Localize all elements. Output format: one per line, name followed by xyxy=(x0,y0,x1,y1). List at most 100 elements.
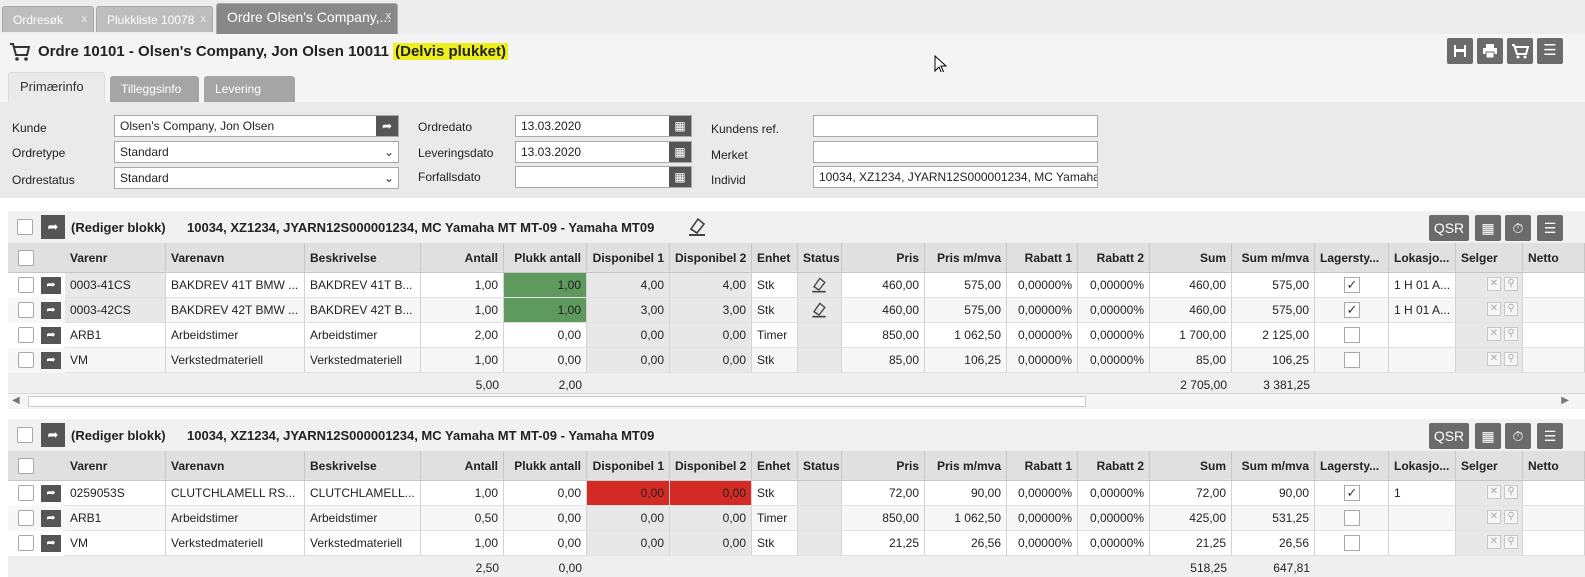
merket-field[interactable] xyxy=(813,141,1098,163)
goto-arrow-icon[interactable]: ➦ xyxy=(376,116,398,136)
qsr-button[interactable]: QSR xyxy=(1429,215,1469,241)
column-header-plukk[interactable]: Plukk antall xyxy=(504,243,587,272)
column-header-rabatt2[interactable]: Rabatt 2 xyxy=(1078,243,1150,272)
column-header-disp2[interactable]: Disponibel 2 xyxy=(670,243,752,272)
timer-button[interactable]: ⏱ xyxy=(1505,215,1531,241)
column-header-sum_mva[interactable]: Sum m/mva xyxy=(1232,451,1315,480)
calendar-icon[interactable]: ▦ xyxy=(669,142,691,162)
column-header-varenr[interactable]: Varenr xyxy=(65,243,166,272)
column-header-sum[interactable]: Sum xyxy=(1150,243,1232,272)
block-checkbox[interactable] xyxy=(17,219,33,235)
tab-levering[interactable]: Levering xyxy=(204,76,295,102)
goto-arrow-icon[interactable]: ➦ xyxy=(41,327,61,344)
lager-checkbox[interactable] xyxy=(1344,510,1360,526)
search-icon[interactable]: ⚲ xyxy=(1504,485,1518,499)
column-header-lager[interactable]: Lagersty... xyxy=(1315,243,1389,272)
column-header-beskrivelse[interactable]: Beskrivelse xyxy=(305,243,421,272)
table-row[interactable]: ➦ 0259053S CLUTCHLAMELL RS... CLUTCHLAMELL.… xyxy=(8,481,1585,506)
edit-block-link[interactable]: (Rediger blokk) xyxy=(71,220,166,235)
menu-button[interactable]: ☰ xyxy=(1537,38,1563,64)
column-header-rabatt2[interactable]: Rabatt 2 xyxy=(1078,451,1150,480)
column-header-pris[interactable]: Pris xyxy=(842,243,925,272)
horizontal-scrollbar[interactable]: ◀ ▶ xyxy=(8,393,1585,409)
column-header-sum[interactable]: Sum xyxy=(1150,451,1232,480)
goto-arrow-icon[interactable]: ➦ xyxy=(41,510,61,527)
column-header-selger[interactable]: Selger xyxy=(1456,451,1523,480)
block-menu-button[interactable]: ☰ xyxy=(1537,423,1563,449)
goto-arrow-icon[interactable]: ➦ xyxy=(41,277,61,294)
column-header-pris_mva[interactable]: Pris m/mva xyxy=(925,243,1007,272)
column-header-disp1[interactable]: Disponibel 1 xyxy=(587,451,670,480)
column-header-netto[interactable]: Netto xyxy=(1523,451,1585,480)
calendar-add-button[interactable]: ▦ xyxy=(1475,423,1501,449)
column-header-status[interactable]: Status xyxy=(798,451,842,480)
column-header-netto[interactable]: Netto xyxy=(1523,243,1585,272)
goto-arrow-icon[interactable]: ➦ xyxy=(41,215,65,239)
clear-icon[interactable]: ✕ xyxy=(1487,535,1501,549)
timer-button[interactable]: ⏱ xyxy=(1505,423,1531,449)
table-row[interactable]: ➦ 0003-42CS BAKDREV 42T BMW ... BAKDREV 42T… xyxy=(8,298,1585,323)
clear-icon[interactable]: ✕ xyxy=(1487,277,1501,291)
ordredato-field[interactable]: 13.03.2020 ▦ xyxy=(515,115,692,137)
scroll-thumb[interactable] xyxy=(28,396,1086,407)
kunde-field[interactable]: Olsen's Company, Jon Olsen ➦ xyxy=(114,115,399,137)
column-header-varenavn[interactable]: Varenavn xyxy=(166,451,305,480)
block-menu-button[interactable]: ☰ xyxy=(1537,215,1563,241)
column-header-disp2[interactable]: Disponibel 2 xyxy=(670,451,752,480)
leveringsdato-field[interactable]: 13.03.2020 ▦ xyxy=(515,141,692,163)
column-header-varenr[interactable]: Varenr xyxy=(65,451,166,480)
clear-icon[interactable]: ✕ xyxy=(1487,302,1501,316)
column-header-beskrivelse[interactable]: Beskrivelse xyxy=(305,451,421,480)
tab-ordre[interactable]: Ordre Olsen's Company,... x xyxy=(216,3,398,34)
lager-checkbox[interactable] xyxy=(1344,327,1360,343)
qsr-button[interactable]: QSR xyxy=(1429,423,1469,449)
calendar-icon[interactable]: ▦ xyxy=(669,167,691,187)
column-header-pris_mva[interactable]: Pris m/mva xyxy=(925,451,1007,480)
search-icon[interactable]: ⚲ xyxy=(1504,277,1518,291)
table-row[interactable]: ➦ VM Verkstedmateriell Verkstedmateriell 1,0… xyxy=(8,531,1585,556)
calendar-icon[interactable]: ▦ xyxy=(669,116,691,136)
clear-icon[interactable]: ✕ xyxy=(1487,485,1501,499)
row-checkbox[interactable] xyxy=(18,352,34,368)
table-row[interactable]: ➦ 0003-41CS BAKDREV 41T BMW ... BAKDREV 41T… xyxy=(8,273,1585,298)
print-button[interactable] xyxy=(1477,38,1503,64)
column-header-status[interactable]: Status xyxy=(798,243,842,272)
save-button[interactable] xyxy=(1447,38,1473,64)
lager-checkbox-checked[interactable]: ✓ xyxy=(1344,277,1360,293)
search-icon[interactable]: ⚲ xyxy=(1504,302,1518,316)
eraser-icon[interactable] xyxy=(685,215,709,239)
close-icon[interactable]: x xyxy=(386,4,392,30)
close-icon[interactable]: x xyxy=(201,7,207,32)
ordrestatus-select[interactable]: Standard ⌄ xyxy=(114,167,399,189)
column-header-lager[interactable]: Lagersty... xyxy=(1315,451,1389,480)
individ-field[interactable]: 10034, XZ1234, JYARN12S000001234, MC Yam… xyxy=(813,166,1098,188)
select-all-checkbox[interactable] xyxy=(18,250,34,266)
table-row[interactable]: ➦ ARB1 Arbeidstimer Arbeidstimer 2,00 0,00 0,0… xyxy=(8,323,1585,348)
cart-add-button[interactable] xyxy=(1507,38,1533,64)
clear-icon[interactable]: ✕ xyxy=(1487,510,1501,524)
column-header-antall[interactable]: Antall xyxy=(421,243,504,272)
goto-arrow-icon[interactable]: ➦ xyxy=(41,302,61,319)
lager-checkbox-checked[interactable]: ✓ xyxy=(1344,485,1360,501)
block-checkbox[interactable] xyxy=(17,427,33,443)
lager-checkbox[interactable] xyxy=(1344,535,1360,551)
select-all-checkbox[interactable] xyxy=(18,458,34,474)
kundens-ref-field[interactable] xyxy=(813,115,1098,137)
clear-icon[interactable]: ✕ xyxy=(1487,327,1501,341)
column-header-pris[interactable]: Pris xyxy=(842,451,925,480)
row-checkbox[interactable] xyxy=(18,485,34,501)
column-header-disp1[interactable]: Disponibel 1 xyxy=(587,243,670,272)
scroll-left-icon[interactable]: ◀ xyxy=(12,395,20,406)
tab-ordresok[interactable]: Ordresøk x xyxy=(2,6,94,32)
calendar-add-button[interactable]: ▦ xyxy=(1475,215,1501,241)
edit-block-link[interactable]: (Rediger blokk) xyxy=(71,428,166,443)
search-icon[interactable]: ⚲ xyxy=(1504,510,1518,524)
goto-arrow-icon[interactable]: ➦ xyxy=(41,423,65,447)
search-icon[interactable]: ⚲ xyxy=(1504,327,1518,341)
search-icon[interactable]: ⚲ xyxy=(1504,535,1518,549)
lager-checkbox-checked[interactable]: ✓ xyxy=(1344,302,1360,318)
tab-primaerinfo[interactable]: Primærinfo xyxy=(8,72,105,102)
tab-tilleggsinfo[interactable]: Tilleggsinfo xyxy=(110,76,199,102)
column-header-enhet[interactable]: Enhet xyxy=(752,451,798,480)
ordretype-select[interactable]: Standard ⌄ xyxy=(114,141,399,163)
